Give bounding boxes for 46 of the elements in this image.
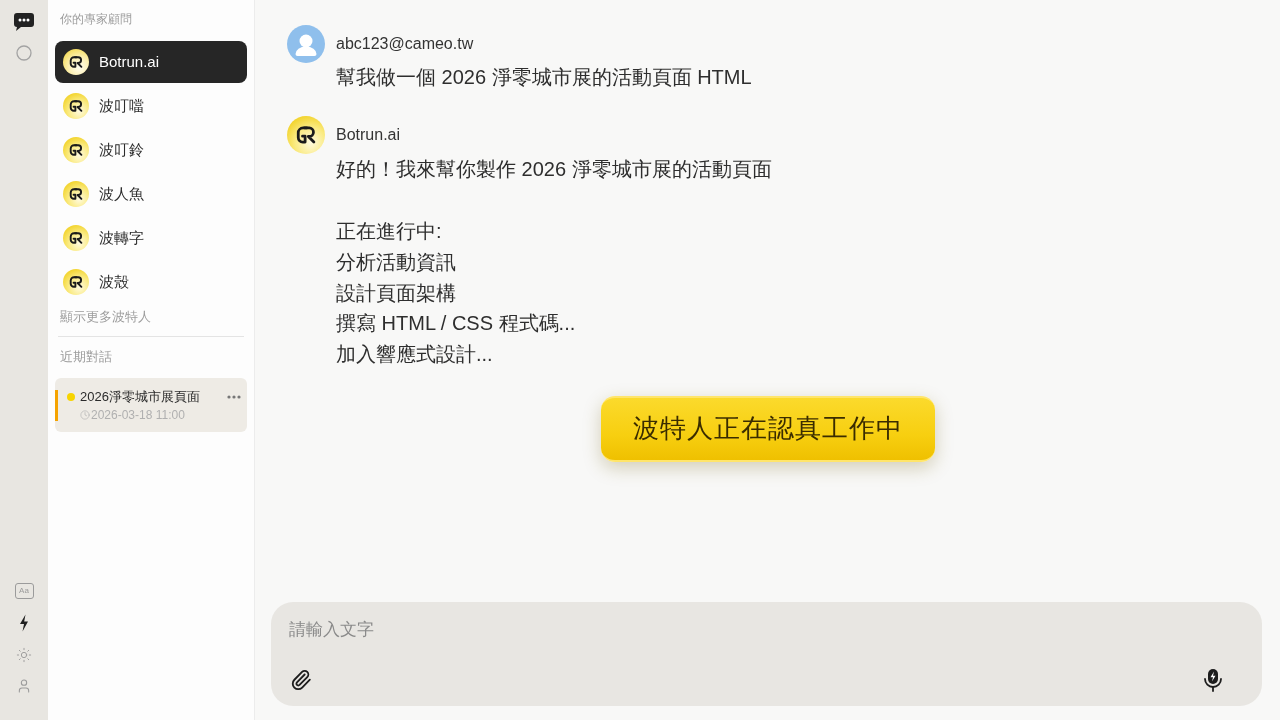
lightning-icon (19, 614, 29, 632)
expert-item[interactable]: 波殼 (55, 261, 247, 303)
logo-icon (63, 225, 89, 251)
logo-icon (63, 181, 89, 207)
logo-icon (287, 116, 325, 154)
section-heading: 近期對話 (60, 349, 112, 366)
logo-icon (63, 93, 89, 119)
message-author: abc123@cameo.tw (336, 34, 474, 54)
section-heading: 你的專家顧問 (60, 11, 132, 28)
message-text: 加入響應式設計... (336, 342, 493, 367)
message-text: 撰寫 HTML / CSS 程式碼... (336, 311, 576, 337)
clock-icon (80, 409, 90, 420)
message-text: 幫我做一個 2026 淨零城市展的活動頁面 HTML (336, 65, 752, 90)
expert-item[interactable]: 波人魚 (55, 173, 247, 215)
chat-bubble-icon (13, 12, 35, 32)
attach-button[interactable] (289, 668, 313, 692)
expert-item[interactable]: 波叮鈴 (55, 129, 247, 171)
chat-button[interactable] (13, 12, 35, 32)
expert-item[interactable]: 波轉字 (55, 217, 247, 259)
logo-icon (63, 49, 89, 75)
composer[interactable]: 請輸入文字 (271, 602, 1262, 706)
user-icon (16, 678, 32, 694)
message-text: 好的！我來幫你製作 2026 淨零城市展的活動頁面 (336, 157, 772, 182)
conversation-item[interactable]: 2026淨零城市展頁面 2026-03-18 11:00 (55, 378, 247, 432)
voice-button[interactable] (1202, 668, 1224, 692)
logo-icon (63, 137, 89, 163)
conversation-time: 2026-03-18 11:00 (91, 406, 185, 423)
message-text: 正在進行中: (336, 219, 442, 244)
bolt-button[interactable] (18, 614, 30, 632)
logo-icon (63, 269, 89, 295)
expert-item[interactable]: Botrun.ai (55, 41, 247, 83)
sun-icon (16, 647, 32, 663)
message-text: 分析活動資訊 (336, 249, 456, 275)
paperclip-icon (290, 669, 312, 691)
circle-icon (16, 45, 32, 61)
message-text: 設計頁面架構 (336, 280, 456, 306)
message-author: Botrun.ai (336, 125, 401, 145)
status-button[interactable]: 波特人正在認真工作中 (600, 395, 935, 462)
message-input[interactable]: 請輸入文字 (289, 616, 1244, 644)
microphone-icon (1203, 668, 1223, 692)
conversation-title: 2026淨零城市展頁面 (80, 387, 200, 406)
user-avatar-icon (287, 25, 325, 63)
active-indicator (55, 390, 58, 421)
status-dot-icon (67, 392, 75, 401)
more-icon (227, 394, 241, 399)
expert-item[interactable]: 波叮噹 (55, 85, 247, 127)
